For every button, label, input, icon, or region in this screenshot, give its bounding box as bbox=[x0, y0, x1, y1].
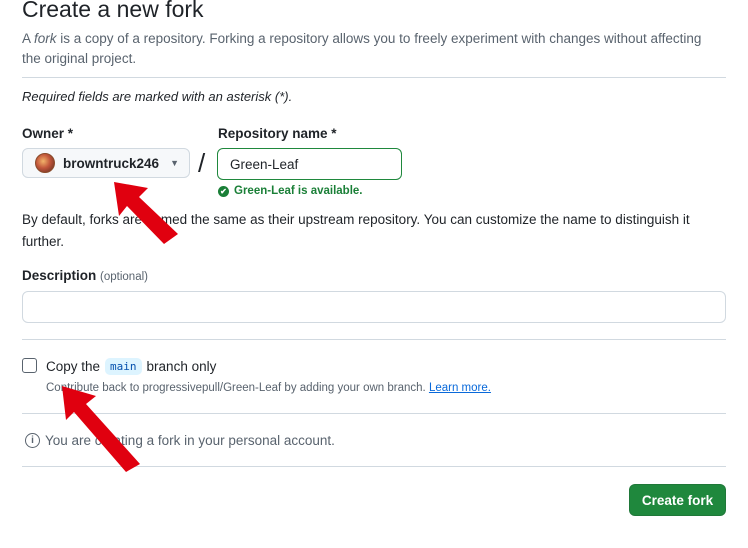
divider bbox=[22, 339, 726, 340]
availability-text: Green-Leaf is available. bbox=[234, 185, 363, 197]
required-fields-note: Required fields are marked with an aster… bbox=[22, 89, 293, 104]
owner-label: Owner * bbox=[22, 126, 74, 141]
availability-status: ✔ Green-Leaf is available. bbox=[218, 185, 362, 197]
owner-name: browntruck246 bbox=[63, 155, 160, 171]
branch-name-code: main bbox=[105, 358, 142, 375]
divider bbox=[22, 77, 726, 78]
check-circle-icon: ✔ bbox=[218, 185, 229, 197]
copy-branch-label[interactable]: Copy the main branch only bbox=[46, 358, 216, 375]
description-label: Description (optional) bbox=[22, 268, 148, 283]
create-fork-button[interactable]: Create fork bbox=[629, 484, 726, 516]
annotation-arrow-shape bbox=[62, 386, 140, 472]
page-intro: A fork is a copy of a repository. Forkin… bbox=[22, 31, 702, 66]
fork-term: fork bbox=[34, 31, 57, 46]
annotation-arrow bbox=[62, 386, 140, 472]
learn-more-link[interactable]: Learn more. bbox=[429, 382, 491, 394]
info-icon: i bbox=[25, 433, 40, 448]
chevron-down-icon: ▼ bbox=[170, 158, 179, 168]
optional-tag: (optional) bbox=[100, 271, 148, 283]
description-input[interactable] bbox=[22, 291, 726, 323]
copy-main-branch-checkbox[interactable] bbox=[22, 358, 37, 373]
annotation-arrow-shape bbox=[114, 182, 178, 244]
repository-name-input[interactable] bbox=[217, 148, 402, 180]
annotation-arrow bbox=[114, 182, 178, 244]
owner-repo-separator: / bbox=[198, 148, 206, 178]
page-title: Create a new fork bbox=[22, 0, 204, 22]
repository-name-label: Repository name * bbox=[218, 126, 337, 141]
owner-avatar bbox=[35, 153, 55, 173]
owner-select-button[interactable]: browntruck246 ▼ bbox=[22, 148, 190, 178]
